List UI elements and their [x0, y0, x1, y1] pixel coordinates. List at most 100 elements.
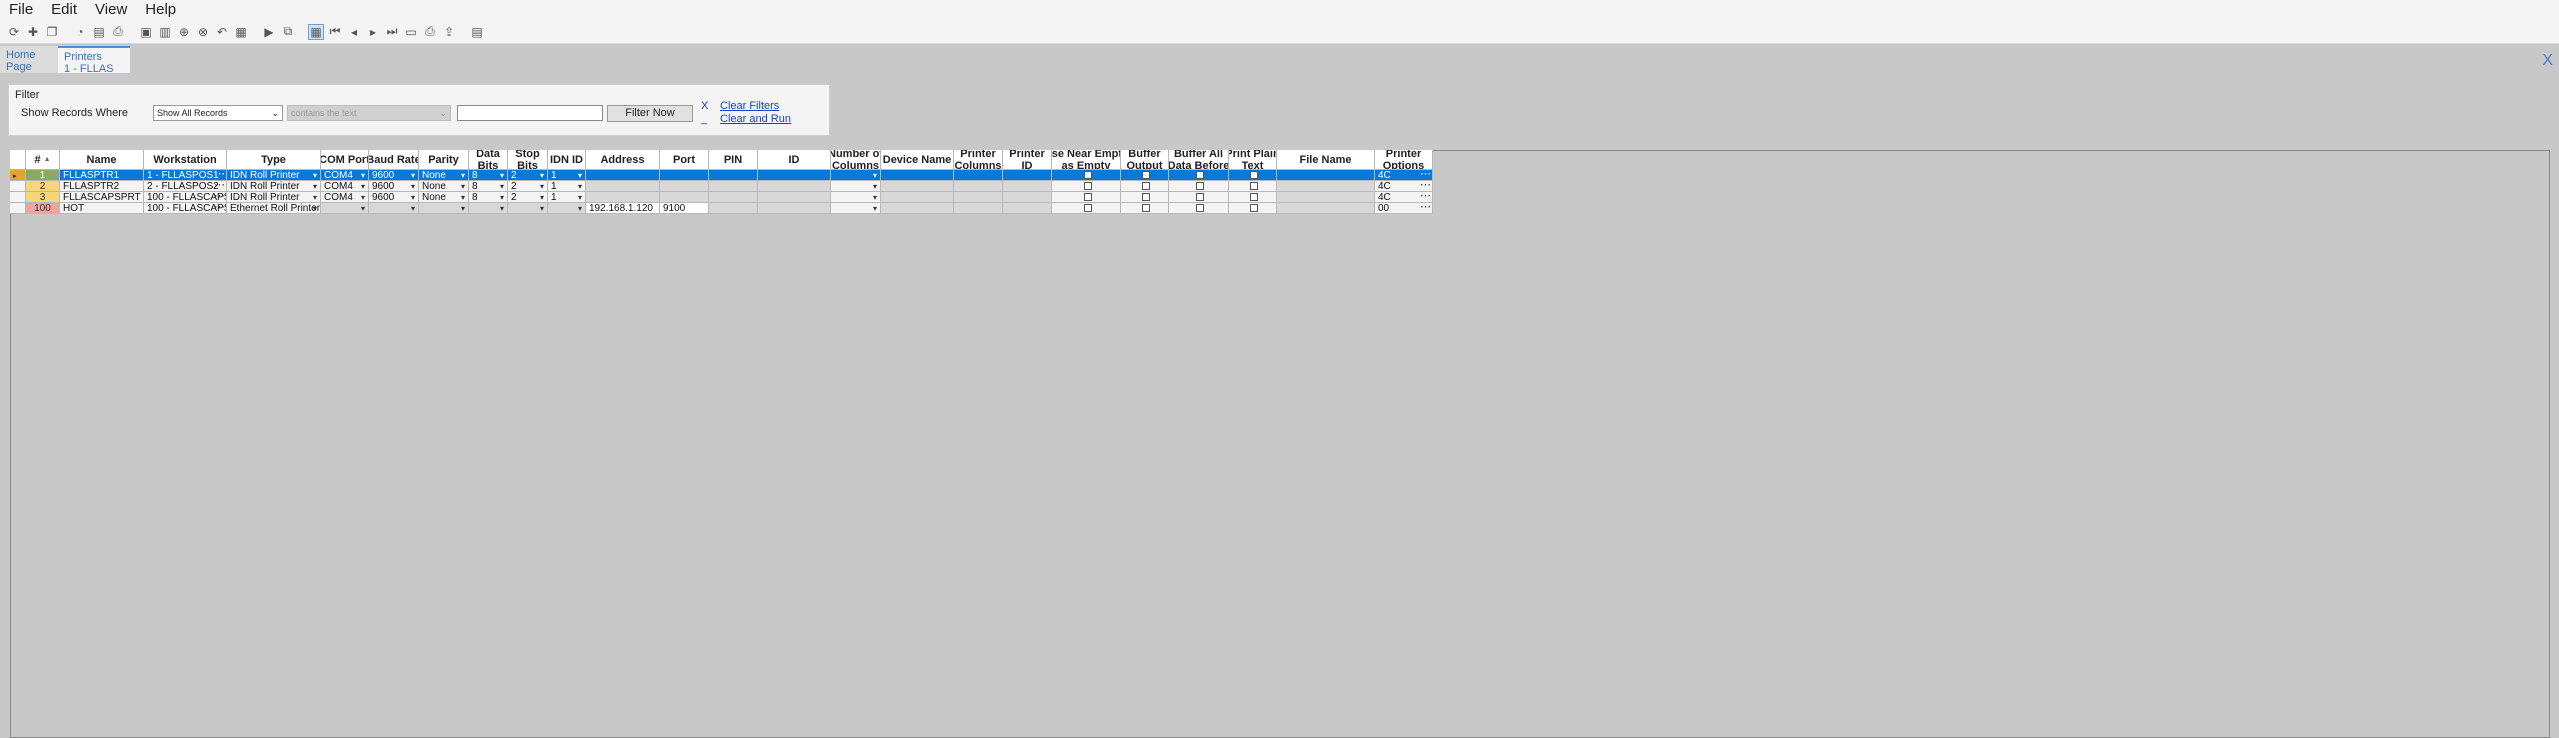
column-header-fn[interactable]: File Name — [1277, 150, 1375, 170]
cell-port[interactable] — [660, 192, 709, 203]
dropdown-arrow-icon[interactable]: ▾ — [411, 181, 415, 191]
cell-bo[interactable] — [1121, 181, 1169, 192]
dropdown-arrow-icon[interactable]: ▾ — [361, 181, 365, 191]
paste-icon[interactable]: ▦ — [233, 24, 249, 40]
checkbox[interactable] — [1083, 182, 1092, 190]
dropdown-arrow-icon[interactable]: ▾ — [361, 192, 365, 202]
cell-une[interactable] — [1052, 203, 1121, 214]
cell-une[interactable] — [1052, 181, 1121, 192]
checkbox[interactable] — [1196, 204, 1204, 212]
dropdown-arrow-icon[interactable]: ▾ — [313, 181, 317, 191]
cell-ppt[interactable] — [1229, 181, 1277, 192]
cell-ppt[interactable] — [1229, 170, 1277, 181]
column-header-port[interactable]: Port — [660, 150, 709, 170]
cell-parity[interactable]: None ▾ — [419, 181, 469, 192]
cell-addr[interactable]: 192.168.1.120 — [586, 203, 660, 214]
copy-record-icon[interactable]: ⧉ — [280, 24, 296, 40]
cell-id[interactable] — [758, 192, 831, 203]
column-header-bo[interactable]: Buffer Output — [1121, 150, 1169, 170]
column-header-idn[interactable]: IDN ID — [548, 150, 586, 170]
column-header-dev[interactable]: Device Name — [881, 150, 954, 170]
cell-ws[interactable]: 1 - FLLASPOS1 ⋯ — [144, 170, 227, 181]
dropdown-arrow-icon[interactable]: ▾ — [500, 181, 504, 191]
menu-view[interactable]: View — [86, 0, 136, 20]
column-header-ws[interactable]: Workstation — [144, 150, 227, 170]
column-header-bad[interactable]: Buffer All Data Before — [1169, 150, 1229, 170]
grid-view-icon[interactable]: ▦ — [308, 23, 324, 40]
dropdown-arrow-icon[interactable]: ▾ — [461, 192, 465, 202]
export-icon[interactable]: ⇪ — [441, 24, 457, 40]
cell-com[interactable]: COM4 ▾ — [321, 192, 369, 203]
dropdown-arrow-icon[interactable]: ▾ — [461, 181, 465, 191]
cell-db[interactable]: 8 ▾ — [469, 192, 508, 203]
cell-bad[interactable] — [1169, 203, 1229, 214]
cell-name[interactable]: FLLASPTR2 — [60, 181, 144, 192]
cell-name[interactable]: FLLASPTR1 — [60, 170, 144, 181]
column-header-une[interactable]: Use Near Emptyas Empty — [1052, 150, 1121, 170]
checkbox[interactable] — [1083, 204, 1092, 212]
cell-port[interactable] — [660, 170, 709, 181]
cell-addr[interactable] — [586, 192, 660, 203]
cell-pid[interactable] — [1003, 170, 1052, 181]
cell-ppt[interactable] — [1229, 192, 1277, 203]
column-header-pid[interactable]: Printer ID — [1003, 150, 1052, 170]
cell-bo[interactable] — [1121, 192, 1169, 203]
cell-bad[interactable] — [1169, 192, 1229, 203]
table-row[interactable]: 100 HOT 100 - FLLASCAPS ⋯ Ethernet Roll Prin… — [10, 203, 1433, 214]
dropdown-arrow-icon[interactable]: ▾ — [461, 170, 465, 180]
cell-dev[interactable] — [881, 192, 954, 203]
checkbox[interactable] — [1142, 171, 1150, 179]
menu-file[interactable]: File — [0, 0, 42, 20]
dropdown-arrow-icon[interactable]: ▾ — [411, 203, 415, 213]
checkbox[interactable] — [1142, 182, 1150, 190]
cell-addr[interactable] — [586, 170, 660, 181]
checkbox[interactable] — [1196, 193, 1204, 201]
filter-now-button[interactable]: Filter Now — [607, 105, 693, 122]
checkbox[interactable] — [1083, 193, 1092, 201]
cell-dev[interactable] — [881, 170, 954, 181]
cell-sb[interactable]: ▾ — [508, 203, 548, 214]
menu-help[interactable]: Help — [136, 0, 185, 20]
cell-pin[interactable] — [709, 170, 758, 181]
dropdown-arrow-icon[interactable]: ▾ — [540, 170, 544, 180]
dropdown-arrow-icon[interactable]: ▾ — [578, 181, 582, 191]
table-row[interactable]: 3 FLLASCAPSPRT 100 - FLLASCAPS ⋯ IDN Roll Pr… — [10, 192, 1433, 203]
cell-db[interactable]: 8 ▾ — [469, 170, 508, 181]
form-view-icon[interactable]: ▭ — [403, 24, 419, 40]
cell-idn[interactable]: 1 ▾ — [548, 170, 586, 181]
ellipsis-button[interactable]: ⋯ — [1420, 181, 1431, 191]
dropdown-arrow-icon[interactable]: ▾ — [411, 192, 415, 202]
copy-icon[interactable]: ❐ — [44, 24, 60, 40]
checkbox[interactable] — [1250, 193, 1258, 201]
cell-baud[interactable]: 9600 ▾ — [369, 181, 419, 192]
cell-port[interactable]: 9100 — [660, 203, 709, 214]
checkbox[interactable] — [1142, 204, 1150, 212]
layout-icon[interactable]: ▤ — [469, 24, 485, 40]
dropdown-arrow-icon[interactable]: ▾ — [873, 192, 877, 202]
column-header-addr[interactable]: Address — [586, 150, 660, 170]
cell-db[interactable]: ▾ — [469, 203, 508, 214]
column-header-type[interactable]: Type — [227, 150, 321, 170]
clear-filters-icon[interactable]: X — [701, 100, 708, 112]
cell-num[interactable]: 2 — [26, 181, 60, 192]
cell-sb[interactable]: 2 ▾ — [508, 170, 548, 181]
dropdown-arrow-icon[interactable]: ▾ — [578, 203, 582, 213]
column-header-pin[interactable]: PIN — [709, 150, 758, 170]
column-header-parity[interactable]: Parity — [419, 150, 469, 170]
column-header-num[interactable]: # ▲ — [26, 150, 60, 170]
save-icon[interactable]: ▣ — [138, 24, 154, 40]
cell-baud[interactable]: ▾ — [369, 203, 419, 214]
cell-type[interactable]: IDN Roll Printer ▾ — [227, 170, 321, 181]
dropdown-arrow-icon[interactable]: ▾ — [313, 170, 317, 180]
cell-idn[interactable]: ▾ — [548, 203, 586, 214]
cell-pin[interactable] — [709, 203, 758, 214]
notes-icon[interactable]: ▤ — [91, 24, 107, 40]
cell-name[interactable]: FLLASCAPSPRT — [60, 192, 144, 203]
cell-sb[interactable]: 2 ▾ — [508, 192, 548, 203]
delete-icon[interactable]: ⊗ — [195, 24, 211, 40]
cell-fn[interactable] — [1277, 192, 1375, 203]
cell-ncol[interactable]: ▾ — [831, 192, 881, 203]
column-header-pcol[interactable]: Printer Columns — [954, 150, 1003, 170]
cell-db[interactable]: 8 ▾ — [469, 181, 508, 192]
cell-une[interactable] — [1052, 192, 1121, 203]
